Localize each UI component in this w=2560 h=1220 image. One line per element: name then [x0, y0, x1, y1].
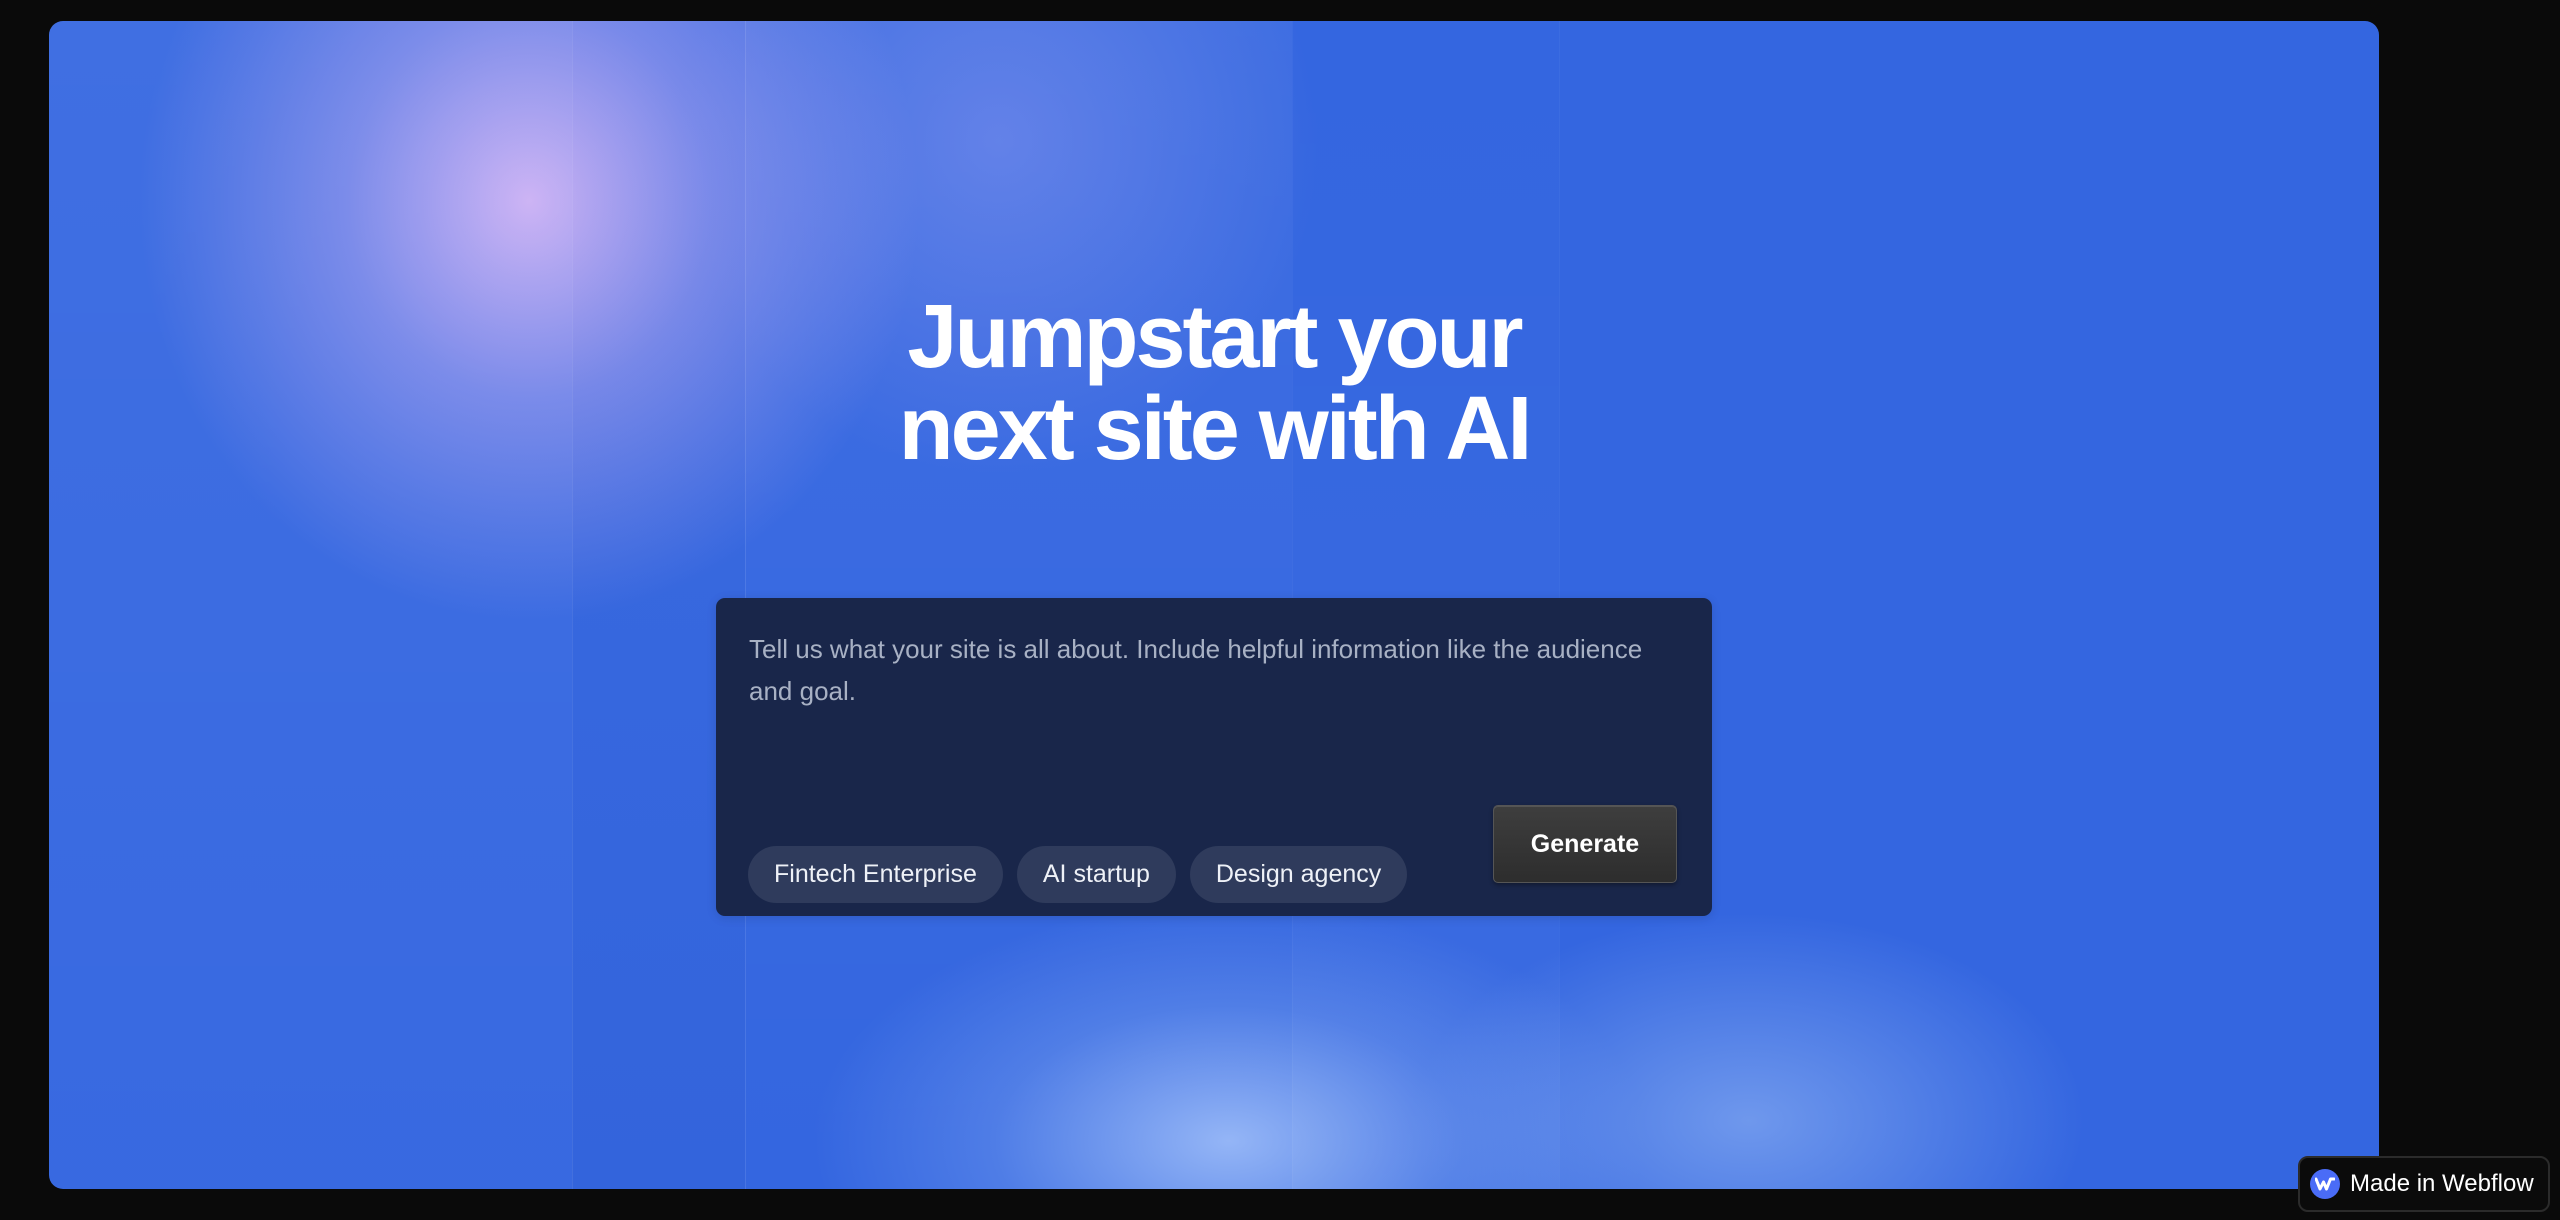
- badge-label: Made in Webflow: [2350, 1170, 2534, 1197]
- suggestion-chip-ai-startup[interactable]: AI startup: [1016, 846, 1176, 903]
- hero-headline: Jumpstart your next site with AI: [49, 291, 2379, 475]
- webflow-logo-icon: [2310, 1169, 2340, 1199]
- prompt-card: Fintech Enterprise AI startup Design age…: [716, 598, 1712, 916]
- suggestion-chip-fintech-enterprise[interactable]: Fintech Enterprise: [748, 846, 1003, 903]
- generate-button[interactable]: Generate: [1493, 805, 1677, 883]
- headline-line-1: Jumpstart your: [907, 287, 1523, 387]
- site-description-input[interactable]: [749, 628, 1649, 738]
- suggestion-chip-design-agency[interactable]: Design agency: [1189, 846, 1408, 903]
- suggestion-chips: Fintech Enterprise AI startup Design age…: [748, 846, 1408, 903]
- made-in-webflow-badge[interactable]: Made in Webflow: [2298, 1156, 2550, 1212]
- background-band: [49, 21, 572, 1189]
- headline-line-2: next site with AI: [898, 379, 1533, 479]
- hero-section: Jumpstart your next site with AI Fintech…: [49, 21, 2379, 1189]
